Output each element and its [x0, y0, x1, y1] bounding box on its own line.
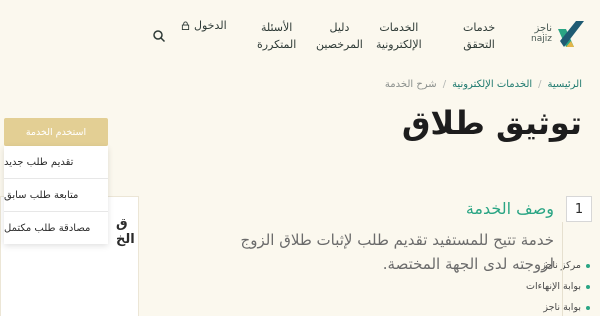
related-link-label: بوابة الإنهاءات	[526, 281, 581, 292]
lock-icon	[181, 21, 190, 30]
breadcrumb: الرئيسية / الخدمات الإلكترونية / شرح الخ…	[385, 79, 582, 90]
login-button[interactable]: الدخول	[181, 19, 227, 32]
nav-licensed-line2: المرخصين	[316, 38, 363, 51]
track-request-item[interactable]: متابعة طلب سابق	[4, 179, 108, 212]
search-icon[interactable]	[152, 29, 166, 43]
breadcrumb-separator: /	[538, 79, 542, 90]
nav-faq-line1: الأسئلة	[260, 21, 293, 34]
nav-licensed-guide[interactable]: دليل المرخصين	[316, 19, 363, 53]
new-request-item[interactable]: تقديم طلب جديد	[4, 146, 108, 179]
bullet-dot	[586, 305, 590, 310]
bullet-dot	[586, 263, 590, 268]
related-card-title-part1: ق	[116, 216, 128, 231]
nav-electronic-services[interactable]: الخدمات الإلكترونية	[376, 19, 422, 53]
nav-verification-services[interactable]: خدمات التحقق	[463, 19, 495, 53]
breadcrumb-separator: /	[442, 79, 447, 90]
use-service-button[interactable]: استخدم الخدمة	[4, 118, 108, 146]
nav-verification-line2: التحقق	[463, 38, 495, 51]
use-service-dropdown: تقديم طلب جديد متابعة طلب سابق مصادقة طل…	[4, 146, 108, 244]
breadcrumb-current: شرح الخدمة	[384, 79, 437, 90]
page-title: توثيق طلاق	[401, 104, 582, 142]
bullet-dot	[586, 284, 590, 289]
related-link-najiz-portal[interactable]: بوابة ناجز	[543, 302, 590, 313]
login-label: الدخول	[194, 19, 227, 32]
logo-text-arabic: ناجز	[534, 23, 552, 34]
nav-licensed-line1: دليل	[329, 21, 350, 34]
logo-text-latin: najiz	[531, 34, 552, 44]
section-description: خدمة تتيح للمستفيد تقديم طلب لإثبات طلاق…	[240, 231, 554, 273]
top-header: ناجز najiz خدمات التحقق الخدمات الإلكترو…	[0, 0, 600, 72]
nav-eservices-line2: الإلكترونية	[376, 38, 422, 51]
nav-faq-line2: المتكررة	[257, 38, 297, 51]
certify-request-item[interactable]: مصادقة طلب مكتمل	[4, 212, 108, 245]
section-title: وصف الخدمة	[465, 199, 554, 218]
logo-wordmark: ناجز najiz	[530, 23, 552, 45]
section-number-badge: 1	[566, 196, 592, 222]
breadcrumb-electronic-services[interactable]: الخدمات الإلكترونية	[452, 79, 532, 90]
breadcrumb-home[interactable]: الرئيسية	[548, 79, 582, 90]
related-card-title-part2: الخ	[116, 232, 135, 247]
related-link-endorsements-portal[interactable]: بوابة الإنهاءات	[526, 281, 590, 292]
nav-verification-line1: خدمات	[463, 21, 496, 34]
najiz-logo[interactable]: ناجز najiz	[530, 17, 586, 55]
nav-eservices-line1: الخدمات	[379, 21, 419, 34]
nav-faq[interactable]: الأسئلة المتكررة	[257, 19, 296, 53]
section-divider	[562, 222, 563, 316]
